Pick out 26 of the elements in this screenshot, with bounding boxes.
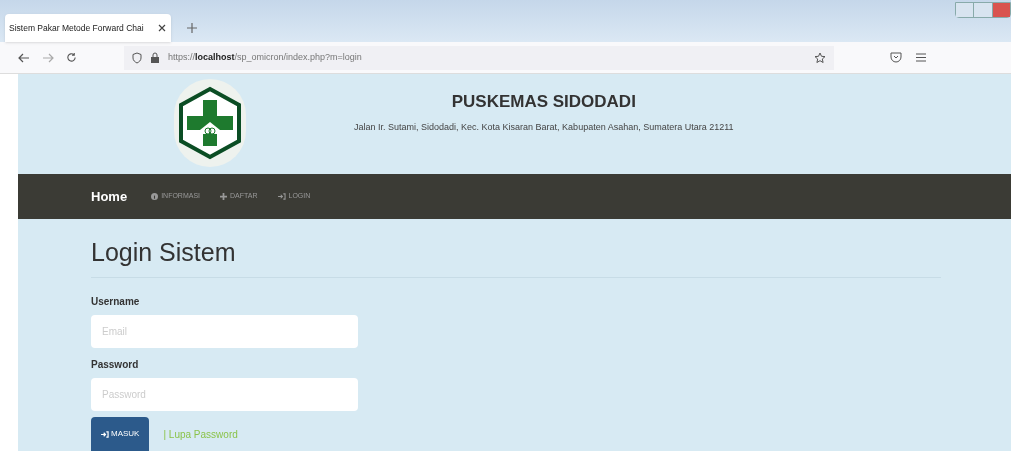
address-bar[interactable]: https://localhost/sp_omicron/index.php?m=login bbox=[124, 45, 834, 70]
field-label: Username bbox=[91, 295, 141, 309]
shield-icon bbox=[132, 51, 142, 64]
close-icon[interactable] bbox=[158, 24, 166, 32]
tab-title: Sistem Pakar Metode Forward Chai bbox=[9, 21, 145, 35]
page-title: Login Sistem bbox=[91, 233, 941, 278]
new-tab-icon[interactable] bbox=[187, 23, 197, 33]
field-label: Password bbox=[91, 358, 140, 372]
home-link[interactable]: Home bbox=[91, 186, 128, 207]
login-icon bbox=[101, 430, 109, 438]
back-icon[interactable] bbox=[18, 52, 30, 63]
info-icon bbox=[151, 193, 159, 200]
lock-icon bbox=[150, 51, 160, 64]
star-icon[interactable] bbox=[814, 51, 826, 64]
url-text: https://localhost/sp_omicron/index.php?m=login bbox=[168, 50, 362, 64]
plus-icon bbox=[220, 193, 227, 200]
reload-icon[interactable] bbox=[66, 52, 77, 63]
menu-icon[interactable] bbox=[916, 53, 926, 62]
site-address: Jalan Ir. Sutami, Sidodadi, Kec. Kota Kisaran Barat, Kabupaten Asahan, Sumatera Utara 21211 bbox=[354, 120, 734, 134]
login-icon bbox=[277, 193, 286, 200]
separator: | bbox=[163, 428, 167, 440]
window-controls[interactable] bbox=[955, 2, 1011, 18]
pocket-icon[interactable] bbox=[890, 52, 902, 63]
browser-tab[interactable]: Sistem Pakar Metode Forward Chai bbox=[5, 14, 171, 42]
submit-button[interactable]: MASUK bbox=[91, 417, 150, 451]
site-title: PUSKEMAS SIDODADI bbox=[451, 91, 636, 113]
